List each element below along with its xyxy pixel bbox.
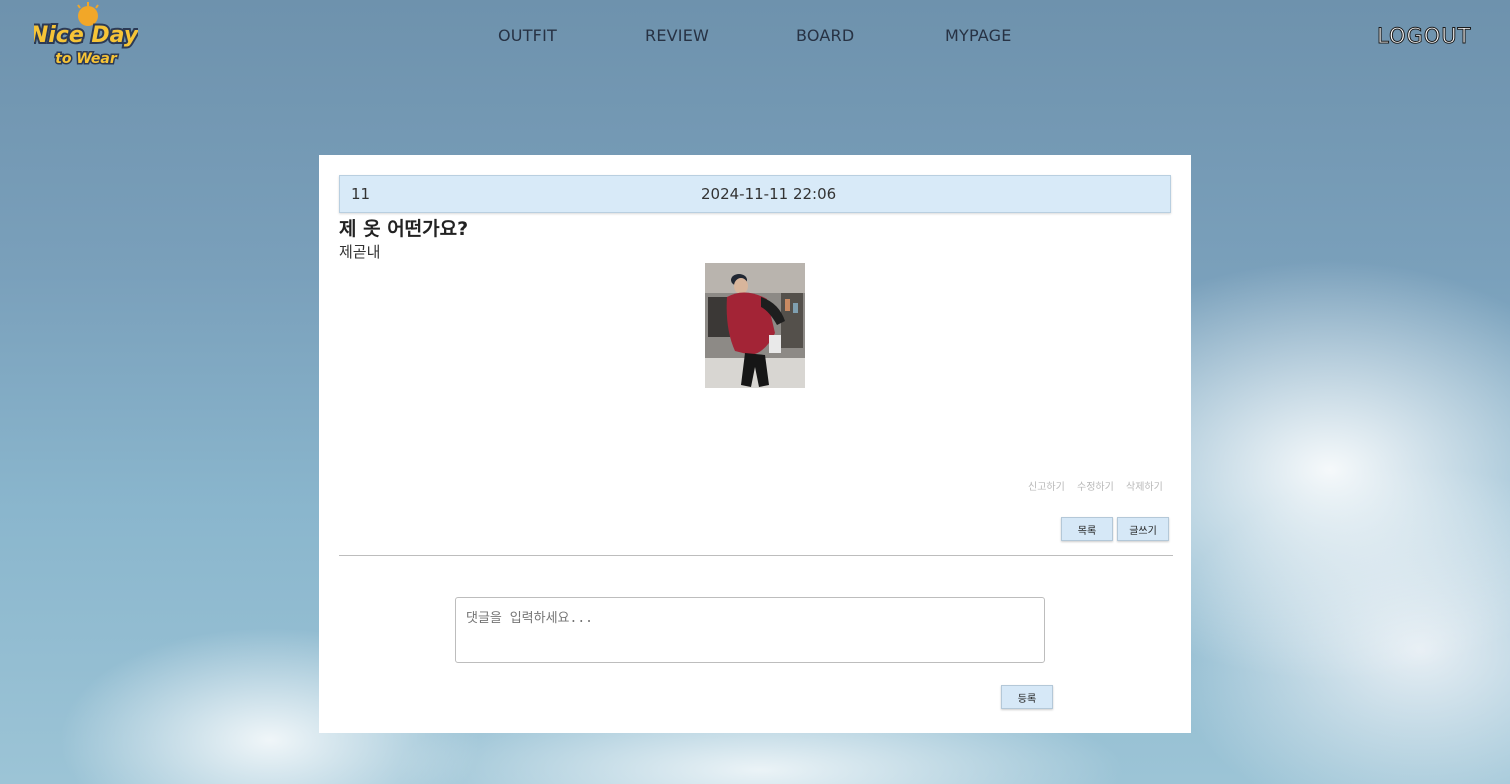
- post-actions: 신고하기 수정하기 삭제하기: [1028, 478, 1172, 493]
- delete-link[interactable]: 삭제하기: [1126, 482, 1163, 493]
- post-photo: [705, 263, 805, 388]
- nav-mypage[interactable]: MYPAGE: [945, 26, 1012, 45]
- main-nav: OUTFIT REVIEW BOARD MYPAGE: [0, 26, 1510, 50]
- nav-board[interactable]: BOARD: [796, 26, 854, 45]
- list-button[interactable]: 목록: [1061, 517, 1113, 541]
- divider: [339, 555, 1173, 556]
- logout-link[interactable]: LOGOUT: [1376, 24, 1471, 49]
- logo-line2: to Wear: [55, 51, 118, 67]
- post-date: 2024-11-11 22:06: [701, 185, 837, 203]
- post-title: 제 옷 어떤가요?: [339, 218, 469, 240]
- post-card: 11 2024-11-11 22:06 제 옷 어떤가요? 제곧내 신고하기 수…: [319, 155, 1191, 733]
- comment-input[interactable]: [455, 597, 1045, 663]
- report-link[interactable]: 신고하기: [1028, 482, 1065, 493]
- comment-submit-button[interactable]: 등록: [1001, 685, 1053, 709]
- post-header: 11 2024-11-11 22:06: [339, 175, 1171, 213]
- nav-review[interactable]: REVIEW: [645, 26, 709, 45]
- post-number: 11: [351, 185, 371, 203]
- nav-outfit[interactable]: OUTFIT: [498, 26, 557, 45]
- write-button[interactable]: 글쓰기: [1117, 517, 1169, 541]
- post-author: 제곧내: [339, 243, 381, 261]
- edit-link[interactable]: 수정하기: [1077, 482, 1114, 493]
